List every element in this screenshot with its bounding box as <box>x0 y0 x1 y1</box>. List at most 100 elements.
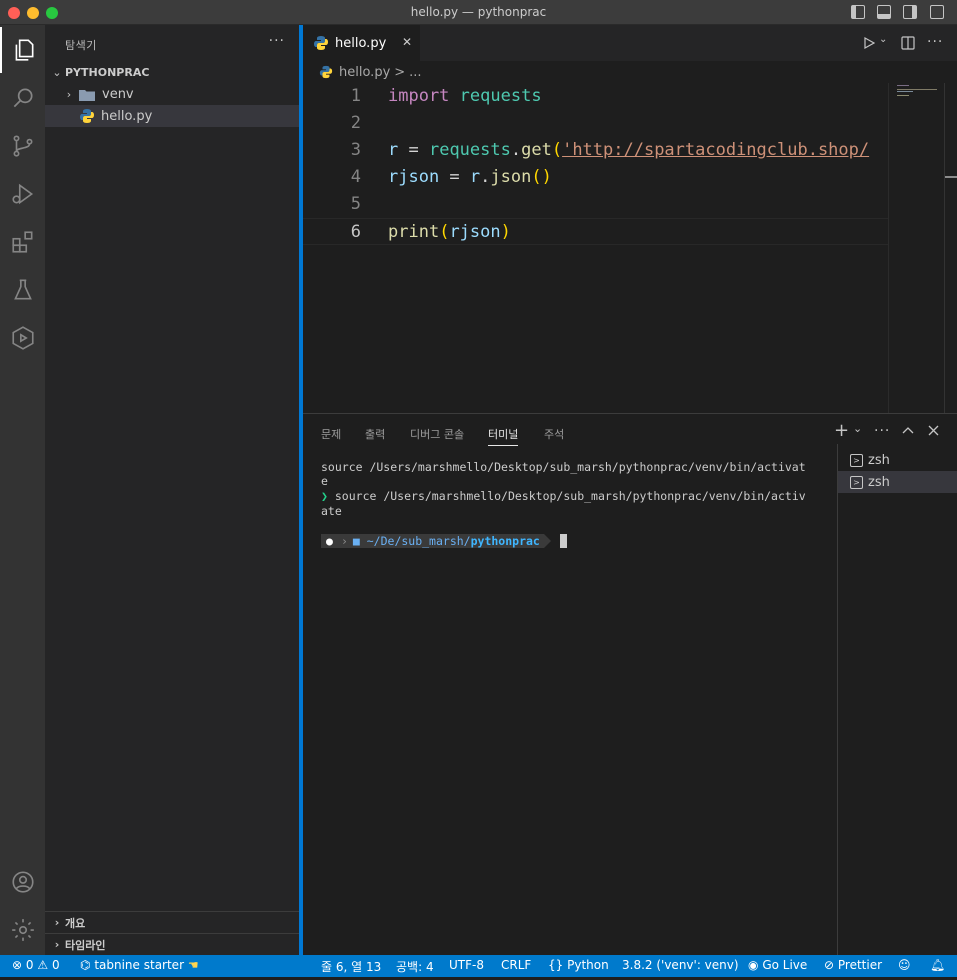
line-number: 2 <box>350 113 361 133</box>
terminal-list: > zsh > zsh <box>837 444 957 956</box>
code-line[interactable]: 2 <box>303 110 888 137</box>
timeline-section[interactable]: › 타임라인 <box>45 933 299 955</box>
notifications-bell-icon[interactable]: 🔔︎ <box>930 958 945 972</box>
go-live-label: Go Live <box>762 958 808 972</box>
bottom-panel: 문제 출력 디버그 콘솔 터미널 주석 + ⌄ ··· source /User… <box>303 413 957 956</box>
code-line[interactable]: 5 <box>303 191 888 218</box>
tab-output[interactable]: 출력 <box>365 426 385 442</box>
tabnine-status[interactable]: ⌬ tabnine starter ☚ <box>80 958 199 972</box>
code-line[interactable]: 1 import requests <box>303 83 888 110</box>
breadcrumb-separator: > <box>394 64 406 80</box>
activity-bar <box>0 25 45 955</box>
breadcrumb-file[interactable]: hello.py <box>339 65 390 80</box>
folder-icon: ■ <box>352 534 360 548</box>
line-number: 1 <box>350 86 361 106</box>
account-icon[interactable] <box>0 859 45 905</box>
run-dropdown-chevron-icon[interactable]: ⌄ <box>879 34 887 45</box>
settings-gear-icon[interactable] <box>0 907 45 953</box>
close-tab-icon[interactable]: ✕ <box>402 35 412 49</box>
prettier-label: Prettier <box>837 958 883 972</box>
code-token: . <box>480 167 491 187</box>
language-label: Python <box>567 958 609 972</box>
terminal-prompt: ● › ■ ~/De/sub_marsh/pythonprac <box>321 534 567 548</box>
sidebar-more-icon[interactable]: ··· <box>269 33 285 49</box>
braces-icon: {} <box>548 958 564 972</box>
close-panel-icon[interactable] <box>928 425 939 436</box>
breadcrumb-more[interactable]: ... <box>409 65 421 80</box>
tab-terminal[interactable]: 터미널 <box>488 426 519 446</box>
toggle-sidebar-icon[interactable] <box>851 5 865 19</box>
tree-item-venv[interactable]: › venv <box>45 83 299 105</box>
panel-more-icon[interactable]: ··· <box>874 423 890 439</box>
terminal-instance[interactable]: > zsh <box>838 449 957 471</box>
terminal-line: ❯ source /Users/marshmello/Desktop/sub_m… <box>321 489 806 503</box>
folder-root[interactable]: ⌄ PYTHONPRAC <box>45 61 299 83</box>
terminal-dropdown-chevron-icon[interactable]: ⌄ <box>853 422 862 435</box>
toggle-secondary-sidebar-icon[interactable] <box>903 5 917 19</box>
toggle-panel-icon[interactable] <box>877 5 891 19</box>
code-token: 'http://spartacodingclub.shop/ <box>562 140 870 160</box>
editor-more-icon[interactable]: ··· <box>927 34 943 50</box>
remote-explorer-icon[interactable] <box>0 315 45 361</box>
tabnine-icon: ⌬ <box>80 958 91 972</box>
terminal-line: source /Users/marshmello/Desktop/sub_mar… <box>321 460 806 474</box>
tree-item-label: venv <box>102 86 134 102</box>
code-line[interactable]: 6 print(rjson) <box>303 218 888 245</box>
terminal-instance[interactable]: > zsh <box>838 471 957 493</box>
minimap[interactable] <box>888 83 944 413</box>
tab-debug-console[interactable]: 디버그 콘솔 <box>410 426 464 442</box>
prettier-status[interactable]: ⊘ Prettier <box>824 958 882 972</box>
tab-comments[interactable]: 주석 <box>544 426 564 442</box>
run-debug-icon[interactable] <box>0 171 45 217</box>
extensions-icon[interactable] <box>0 219 45 265</box>
tab-problems[interactable]: 문제 <box>321 426 341 442</box>
run-file-icon[interactable] <box>863 37 875 49</box>
python-file-icon <box>314 36 328 50</box>
explorer-sidebar: 탐색기 ··· ⌄ PYTHONPRAC › venv hello.py › 개… <box>45 25 299 955</box>
code-text: r = requests.get('http://spartacodingclu… <box>388 137 869 164</box>
source-control-icon[interactable] <box>0 123 45 169</box>
line-number: 3 <box>350 140 361 160</box>
python-file-icon <box>319 65 333 79</box>
terminal-cursor <box>559 534 567 548</box>
line-number: 6 <box>350 222 361 242</box>
prompt-marker: ❯ <box>321 489 328 503</box>
outline-section[interactable]: › 개요 <box>45 911 299 933</box>
terminal-line: e <box>321 474 328 488</box>
code-token: r <box>388 140 399 160</box>
editor-scrollbar[interactable] <box>944 83 957 413</box>
prompt-dir: pythonprac <box>470 534 540 548</box>
maximize-panel-icon[interactable] <box>902 426 914 434</box>
customize-layout-icon[interactable] <box>930 5 944 19</box>
search-icon[interactable] <box>0 75 45 121</box>
end-of-line[interactable]: CRLF <box>501 958 531 972</box>
explorer-icon[interactable] <box>0 27 45 73</box>
code-token: get <box>521 140 552 160</box>
python-interpreter[interactable]: 3.8.2 ('venv': venv) <box>622 958 739 972</box>
terminal-instance-label: zsh <box>868 452 890 468</box>
prompt-path: ~/De/sub_marsh/ <box>366 534 471 548</box>
code-line[interactable]: 4 rjson = r.json() <box>303 164 888 191</box>
terminal-icon: > <box>850 453 863 467</box>
code-token: ) <box>500 222 511 242</box>
outline-label: 개요 <box>65 916 86 930</box>
code-line[interactable]: 3 r = requests.get('http://spartacodingcl… <box>303 137 888 164</box>
hand-icon: ☚ <box>187 958 199 972</box>
go-live-button[interactable]: ◉ Go Live <box>748 958 807 972</box>
window-title: hello.py — pythonprac <box>410 5 547 19</box>
tree-item-hello-py[interactable]: hello.py <box>45 105 299 127</box>
encoding[interactable]: UTF-8 <box>449 958 484 972</box>
tab-hello-py[interactable]: hello.py ✕ <box>303 25 420 61</box>
indentation[interactable]: 공백: 4 <box>396 958 434 975</box>
language-mode[interactable]: {} Python <box>548 958 609 972</box>
cursor-position[interactable]: 줄 6, 열 13 <box>321 958 381 975</box>
new-terminal-icon[interactable]: + <box>834 420 849 441</box>
feedback-icon[interactable]: ☺ <box>898 958 911 972</box>
code-token: rjson <box>449 222 501 242</box>
problems-status[interactable]: ⊗ 0 ⚠ 0 <box>12 958 60 972</box>
code-text: print(rjson) <box>388 219 511 244</box>
chevron-down-icon: ⌄ <box>52 65 62 79</box>
testing-icon[interactable] <box>0 267 45 313</box>
split-editor-icon[interactable] <box>901 36 915 50</box>
